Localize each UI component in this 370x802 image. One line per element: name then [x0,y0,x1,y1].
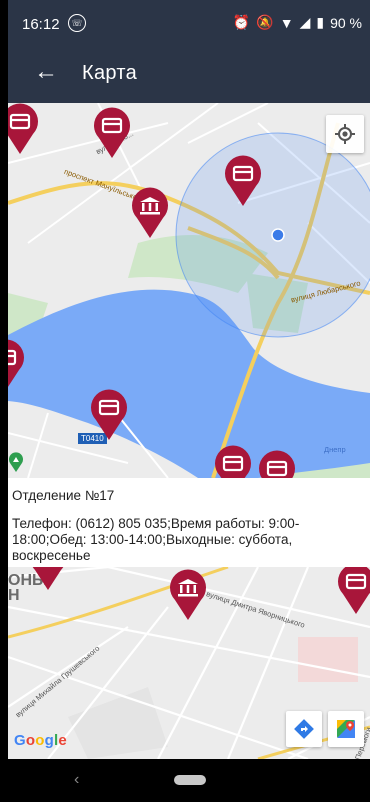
wifi-icon: ▼ [279,14,294,31]
branch-info-panel: Отделение №17 Телефон: (0612) 805 035;Вр… [8,478,370,567]
place-pin-icon[interactable] [8,451,24,473]
page-title: Карта [82,62,138,84]
card-marker[interactable] [336,567,370,615]
map-toolbar [286,711,364,747]
google-maps-icon [337,720,355,738]
map-view-top[interactable]: вулиця Ко... проспект Мануїльського вули… [8,103,370,478]
battery-percent: 90 % [330,14,362,31]
status-bar: 16:12 ☏ ⏰ 🔕 ▼ ◢ ▮ 90 % [8,0,370,45]
open-google-maps-button[interactable] [328,711,364,747]
signal-icon: ◢ [299,14,311,30]
card-marker[interactable] [8,339,26,391]
google-logo: Google [14,732,67,749]
map-view-bottom[interactable]: ОНЫ Н вулиця Михайла Грушевського вулиця… [8,567,370,759]
arrow-back-icon[interactable]: ← [34,60,58,84]
card-marker[interactable] [92,107,132,159]
app-bar: ← Карта [8,45,370,103]
status-icons: ⏰ 🔕 ▼ ◢ ▮ 90 % [233,14,362,31]
card-marker[interactable] [213,445,253,478]
whatsapp-icon: ☏ [68,14,86,32]
nav-back-icon[interactable]: ‹ [74,771,79,789]
alarm-icon: ⏰ [232,14,251,30]
card-marker[interactable] [257,450,297,478]
directions-icon [294,719,314,739]
bank-marker[interactable] [130,187,170,239]
phone-screen: 16:12 ☏ ⏰ 🔕 ▼ ◢ ▮ 90 % ← Карта проспект … [8,0,370,802]
my-location-icon [335,124,355,144]
card-marker[interactable] [8,103,40,155]
card-marker[interactable] [223,155,263,207]
status-time: 16:12 [22,16,60,33]
my-location-button[interactable] [326,115,364,153]
branch-name: Отделение №17 [12,488,115,503]
battery-icon: ▮ [316,14,325,30]
home-pill-button[interactable] [174,775,206,785]
mute-icon: 🔕 [256,14,274,30]
river-label: Днепр [324,445,346,454]
system-nav-bar: ‹ [8,759,370,802]
bank-marker[interactable] [168,569,208,621]
directions-button[interactable] [286,711,322,747]
card-marker[interactable] [89,389,129,441]
branch-details: Телефон: (0612) 805 035;Время работы: 9:… [12,516,300,563]
card-marker[interactable] [28,567,68,591]
